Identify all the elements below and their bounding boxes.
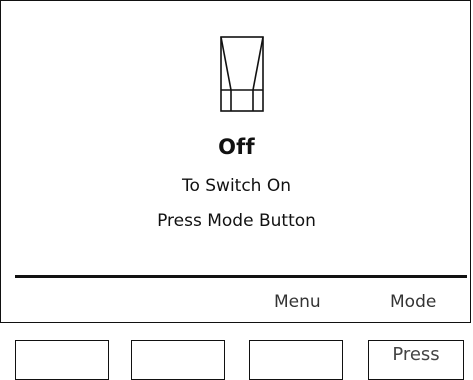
- mode-button[interactable]: Press: [368, 340, 464, 380]
- status-title: Off: [218, 135, 255, 159]
- softkey-divider: [15, 275, 467, 278]
- rocker-switch-icon: [220, 36, 264, 112]
- softkey-label-menu: Menu: [274, 292, 321, 312]
- hardware-button-1[interactable]: [15, 340, 109, 380]
- display-screen: Off To Switch On Press Mode Button Menu …: [0, 0, 471, 323]
- status-instruction-line-2: Press Mode Button: [157, 211, 316, 231]
- softkey-label-mode: Mode: [390, 292, 437, 312]
- mode-button-label: Press: [392, 344, 440, 365]
- status-instruction-line-1: To Switch On: [181, 176, 292, 196]
- menu-button[interactable]: [249, 340, 343, 380]
- hardware-button-2[interactable]: [131, 340, 225, 380]
